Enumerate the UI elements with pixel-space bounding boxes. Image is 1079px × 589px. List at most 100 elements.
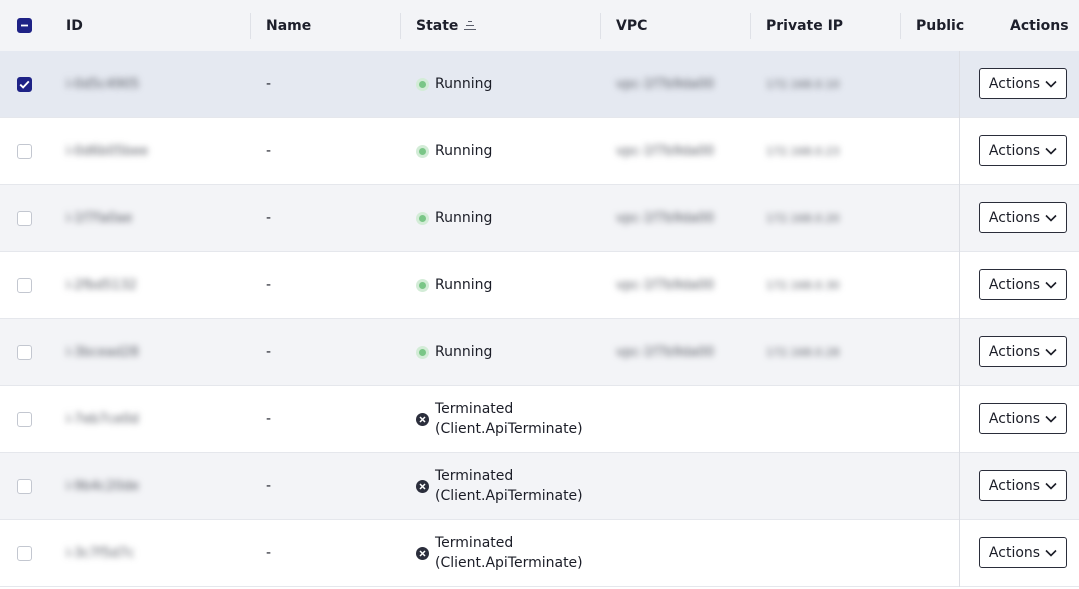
column-header-state[interactable]: State xyxy=(416,0,477,51)
row-select-cell xyxy=(17,520,32,586)
column-header-state-label: State xyxy=(416,17,459,34)
row-vpc-cell: vpc-1f7b9da00 xyxy=(616,185,714,251)
sort-ascending-icon[interactable] xyxy=(464,20,477,32)
row-id-cell: i-1f7fa0ae xyxy=(66,185,132,251)
instance-id[interactable]: i-3c7f5d7c xyxy=(66,546,135,561)
state-line-1: Terminated xyxy=(435,401,514,417)
row-checkbox[interactable] xyxy=(17,411,32,427)
instances-table: ID Name State VPC Private IP Public Acti… xyxy=(0,0,1079,589)
actions-button-label: Actions xyxy=(988,544,1041,561)
table-row[interactable]: i-2fbd5132 - Running vpc-1f7b9da00 172.1… xyxy=(0,252,1079,319)
chevron-down-icon xyxy=(1045,281,1057,289)
state-label: Running xyxy=(435,141,492,161)
chevron-down-icon xyxy=(1045,214,1057,222)
instance-id[interactable]: i-3bcead28 xyxy=(66,345,139,360)
state-line-2: (Client.ApiTerminate) xyxy=(435,488,583,504)
status-badge: Running xyxy=(416,141,492,161)
instance-name: - xyxy=(266,344,272,360)
row-name-cell: - xyxy=(266,185,271,251)
row-actions-button[interactable]: Actions xyxy=(979,537,1067,568)
table-row[interactable]: i-7eb7ce0d - Terminated (Client.ApiTermi… xyxy=(0,386,1079,453)
status-badge: Running xyxy=(416,342,492,362)
row-select-cell xyxy=(17,185,32,251)
state-line-1: Running xyxy=(435,76,493,92)
chevron-down-icon xyxy=(1045,80,1057,88)
table-row[interactable]: i-0d6b05bee - Running vpc-1f7b9da00 172.… xyxy=(0,118,1079,185)
state-label: Running xyxy=(435,275,492,295)
vpc-id: vpc-1f7b9da00 xyxy=(616,210,715,226)
private-ip: 172.168.0.10 xyxy=(766,77,840,91)
row-checkbox[interactable] xyxy=(17,76,32,92)
actions-button-label: Actions xyxy=(988,142,1041,159)
row-id-cell: i-3c7f5d7c xyxy=(66,520,135,586)
table-row[interactable]: i-9b4c20de - Terminated (Client.ApiTermi… xyxy=(0,453,1079,520)
status-badge: Running xyxy=(416,74,492,94)
instance-name: - xyxy=(266,411,272,427)
select-all-checkbox[interactable] xyxy=(17,18,32,33)
row-checkbox[interactable] xyxy=(17,143,32,159)
row-select-cell xyxy=(17,118,32,184)
row-actions-button[interactable]: Actions xyxy=(979,336,1067,367)
row-actions-button[interactable]: Actions xyxy=(979,403,1067,434)
row-id-cell: i-3bcead28 xyxy=(66,319,139,385)
column-header-vpc[interactable]: VPC xyxy=(616,0,647,51)
instance-id[interactable]: i-1f7fa0ae xyxy=(66,211,132,226)
row-actions-button[interactable]: Actions xyxy=(979,68,1067,99)
column-divider xyxy=(250,13,251,39)
chevron-down-icon xyxy=(1045,415,1057,423)
chevron-down-icon xyxy=(1045,549,1057,557)
state-line-1: Terminated xyxy=(435,468,514,484)
row-checkbox[interactable] xyxy=(17,277,32,293)
row-private-ip-cell: 172.168.0.23 xyxy=(766,118,839,184)
row-actions-button[interactable]: Actions xyxy=(979,135,1067,166)
row-state-cell: Running xyxy=(416,252,492,318)
row-state-cell: Terminated (Client.ApiTerminate) xyxy=(416,453,583,519)
instance-id[interactable]: i-0d5c4905 xyxy=(66,77,139,92)
row-select-cell xyxy=(17,386,32,452)
column-header-public[interactable]: Public xyxy=(916,0,964,51)
instance-id[interactable]: i-9b4c20de xyxy=(66,479,139,494)
instance-id[interactable]: i-7eb7ce0d xyxy=(66,412,139,427)
row-id-cell: i-7eb7ce0d xyxy=(66,386,139,452)
row-actions-button[interactable]: Actions xyxy=(979,269,1067,300)
row-state-cell: Terminated (Client.ApiTerminate) xyxy=(416,520,583,586)
minus-icon xyxy=(21,24,28,27)
state-label: Terminated (Client.ApiTerminate) xyxy=(435,466,583,506)
row-checkbox[interactable] xyxy=(17,210,32,226)
row-checkbox[interactable] xyxy=(17,478,32,494)
row-name-cell: - xyxy=(266,252,271,318)
column-header-id[interactable]: ID xyxy=(66,0,83,51)
row-select-cell xyxy=(17,252,32,318)
row-name-cell: - xyxy=(266,51,271,117)
private-ip: 172.168.0.28 xyxy=(766,345,840,359)
row-state-cell: Terminated (Client.ApiTerminate) xyxy=(416,386,583,452)
status-running-icon xyxy=(416,211,429,225)
table-row[interactable]: i-1f7fa0ae - Running vpc-1f7b9da00 172.1… xyxy=(0,185,1079,252)
row-private-ip-cell: 172.168.0.28 xyxy=(766,319,839,385)
table-row[interactable]: i-3c7f5d7c - Terminated (Client.ApiTermi… xyxy=(0,520,1079,587)
status-badge: Terminated (Client.ApiTerminate) xyxy=(416,399,583,439)
table-header: ID Name State VPC Private IP Public Acti… xyxy=(0,0,1079,51)
state-label: Running xyxy=(435,208,492,228)
row-id-cell: i-0d5c4905 xyxy=(66,51,139,117)
row-checkbox[interactable] xyxy=(17,344,32,360)
row-private-ip-cell: 172.168.0.30 xyxy=(766,252,839,318)
status-running-icon xyxy=(416,278,429,292)
row-id-cell: i-0d6b05bee xyxy=(66,118,148,184)
instance-id[interactable]: i-0d6b05bee xyxy=(66,144,148,159)
table-row[interactable]: i-0d5c4905 - Running vpc-1f7b9da00 172.1… xyxy=(0,51,1079,118)
row-private-ip-cell: 172.168.0.10 xyxy=(766,51,839,117)
column-divider xyxy=(900,13,901,39)
row-actions-button[interactable]: Actions xyxy=(979,470,1067,501)
table-row[interactable]: i-3bcead28 - Running vpc-1f7b9da00 172.1… xyxy=(0,319,1079,386)
private-ip: 172.168.0.30 xyxy=(766,278,840,292)
instance-id[interactable]: i-2fbd5132 xyxy=(66,278,137,293)
column-header-name[interactable]: Name xyxy=(266,0,311,51)
column-header-private-ip[interactable]: Private IP xyxy=(766,0,843,51)
row-checkbox[interactable] xyxy=(17,545,32,561)
instance-name: - xyxy=(266,478,272,494)
actions-button-label: Actions xyxy=(988,477,1041,494)
actions-button-label: Actions xyxy=(988,209,1041,226)
check-icon xyxy=(19,80,30,89)
row-actions-button[interactable]: Actions xyxy=(979,202,1067,233)
